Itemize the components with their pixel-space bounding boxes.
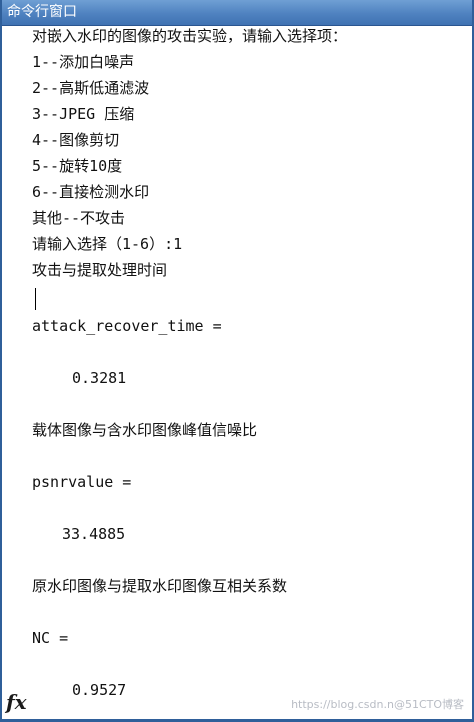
console-line-var-nc: NC = [32, 629, 69, 647]
console-line-timing-label: 攻击与提取处理时间 [32, 261, 168, 279]
console-line-value-nc: 0.9527 [72, 681, 127, 699]
title-bar[interactable]: 命令行窗口 [2, 0, 472, 26]
text-cursor [35, 288, 36, 310]
console-line-nc-label: 原水印图像与提取水印图像互相关系数 [32, 577, 288, 595]
console-line-psnr-label: 载体图像与含水印图像峰值信噪比 [32, 421, 258, 439]
console-line-option-6: 6--直接检测水印 [32, 183, 150, 201]
console-line-value-psnr: 33.4885 [62, 525, 126, 543]
console-line-option-1: 1--添加白噪声 [32, 53, 135, 71]
console-line-option-5: 5--旋转10度 [32, 157, 123, 175]
function-prompt[interactable]: fx [2, 689, 30, 719]
console-line-value-time: 0.3281 [72, 369, 127, 387]
console-line-option-2: 2--高斯低通滤波 [32, 79, 150, 97]
console-line-var-time: attack_recover_time = [32, 317, 222, 335]
console-line-var-psnr: psnrvalue = [32, 473, 132, 491]
command-window: 命令行窗口 对嵌入水印的图像的攻击实验，请输入选择项： 1--添加白噪声 2--… [0, 0, 474, 722]
console-line-input: 请输入选择（1-6）:1 [32, 235, 183, 253]
console-line-prompt-header: 对嵌入水印的图像的攻击实验，请输入选择项： [32, 27, 348, 45]
console-line-option-4: 4--图像剪切 [32, 131, 120, 149]
watermark-text: https://blog.csdn.n@51CTO博客 [291, 698, 464, 711]
console-line-option-other: 其他--不攻击 [32, 209, 126, 227]
fx-icon[interactable]: fx [6, 689, 27, 715]
console-line-option-3: 3--JPEG 压缩 [32, 105, 135, 123]
window-title: 命令行窗口 [7, 4, 77, 20]
